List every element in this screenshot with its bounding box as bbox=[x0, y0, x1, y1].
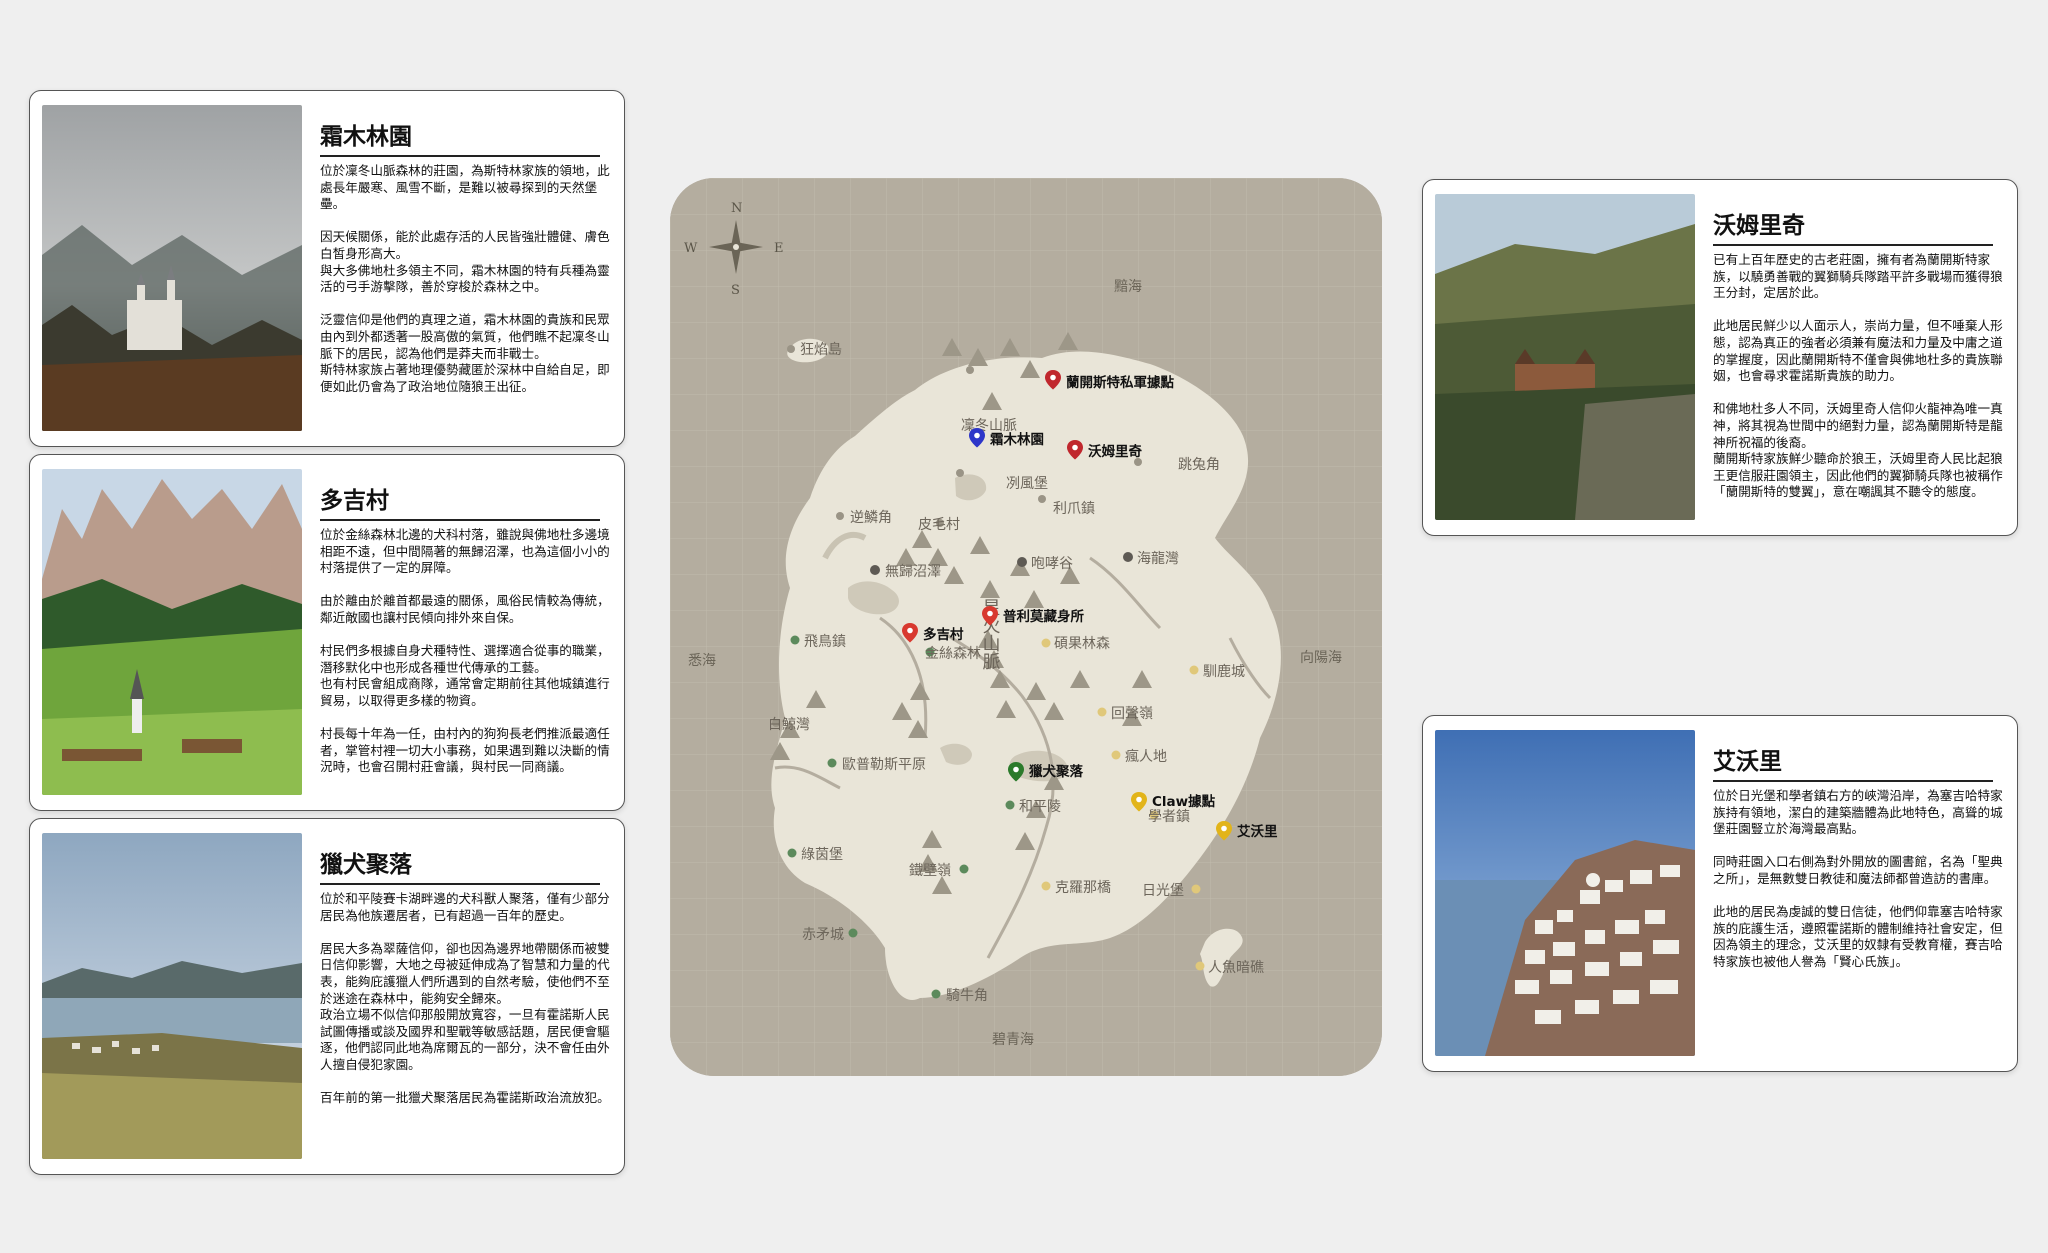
frostwood-description: 位於凜冬山脈森林的莊園，為斯特林家族的領地，此處長年嚴寒、風雪不斷，是難以被尋探… bbox=[320, 163, 610, 394]
poi-label-hound: 獵犬聚落 bbox=[1029, 763, 1083, 780]
card-hound: 獵犬聚落 位於和平陵賽卡湖畔邊的犬科獸人聚落，僅有少部分居民為他族遷居者，已有超… bbox=[29, 818, 625, 1175]
label-ouleplains: 歐普勒斯平原 bbox=[842, 757, 926, 773]
duoji-title: 多吉村 bbox=[320, 481, 600, 521]
label-kuangyan-island: 狂焰島 bbox=[800, 342, 842, 358]
label-liefeng-fort: 冽風堡 bbox=[1006, 476, 1048, 492]
label-wugui-swamp: 無歸沼澤 bbox=[885, 563, 941, 580]
world-map: N S W E 黯海 悉海 向陽海 碧青海 狂焰島 凜冬山脈 冽風堡 利爪鎮 跳… bbox=[670, 178, 1382, 1076]
label-fengren-land: 瘋人地 bbox=[1125, 748, 1167, 765]
aiwoli-title: 艾沃里 bbox=[1713, 742, 1993, 782]
label-renyu-reef: 人魚暗礁 bbox=[1208, 960, 1264, 976]
label-shuoguo-forest: 碩果林森 bbox=[1054, 636, 1110, 652]
duoji-description: 位於金絲森林北邊的犬科村落，雖說與佛地杜多邊境相距不遠，但中間隔著的無歸沼澤，也… bbox=[320, 527, 610, 775]
label-keluona-bridge: 克羅那橋 bbox=[1055, 880, 1111, 896]
duoji-photo bbox=[42, 469, 302, 795]
womrich-description: 已有上百年歷史的古老莊園，擁有者為蘭開斯特家族，以驍勇善戰的翼獅騎兵隊踏平許多戰… bbox=[1713, 252, 2003, 500]
label-juluo-city: 馴鹿城 bbox=[1203, 663, 1245, 680]
label-heping-ridge: 和平陵 bbox=[1019, 799, 1061, 815]
frostwood-title: 霜木林園 bbox=[320, 117, 600, 157]
label-pimao-village: 皮毛村 bbox=[918, 517, 960, 533]
label-paoxiao-valley: 咆哮谷 bbox=[1031, 556, 1073, 572]
sea-west: 悉海 bbox=[688, 653, 716, 669]
label-lvyin-fort: 綠茵堡 bbox=[801, 847, 843, 863]
label-tiebi-ridge: 鐵壁嶺 bbox=[909, 862, 951, 879]
card-womrich: 沃姆里奇 已有上百年歷史的古老莊園，擁有者為蘭開斯特家族，以驍勇善戰的翼獅騎兵隊… bbox=[1422, 179, 2018, 536]
card-aiwoli: 艾沃里 位於日光堡和學者鎮右方的峽灣沿岸，為塞吉哈特家族持有領地，潔白的建築牆體… bbox=[1422, 715, 2018, 1072]
poi-label-lancaster-base: 蘭開斯特私軍據點 bbox=[1066, 374, 1174, 391]
frostwood-photo bbox=[42, 105, 302, 431]
compass-s: S bbox=[731, 283, 740, 298]
poi-label-aiwoli: 艾沃里 bbox=[1237, 823, 1278, 840]
card-frostwood: 霜木林園 位於凜冬山脈森林的莊園，為斯特林家族的領地，此處長年嚴寒、風雪不斷，是… bbox=[29, 90, 625, 447]
label-huisheng-ridge: 回聲嶺 bbox=[1111, 705, 1153, 722]
label-rabbit-cape: 跳兔角 bbox=[1178, 457, 1220, 473]
compass-n: N bbox=[731, 201, 742, 216]
pin-aiwoli[interactable]: 艾沃里 bbox=[1216, 821, 1278, 841]
label-qiniu-cape: 騎牛角 bbox=[946, 988, 988, 1004]
aiwoli-photo bbox=[1435, 730, 1695, 1056]
sea-east: 向陽海 bbox=[1300, 650, 1342, 666]
sea-south: 碧青海 bbox=[992, 1032, 1034, 1048]
compass-e: E bbox=[774, 241, 784, 256]
label-chimao-city: 赤矛城 bbox=[802, 927, 844, 943]
label-jinsi-forest: 金絲森林 bbox=[925, 646, 981, 662]
womrich-title: 沃姆里奇 bbox=[1713, 206, 1993, 246]
label-lizhao-town: 利爪鎮 bbox=[1053, 501, 1095, 517]
label-feiniao-town: 飛鳥鎮 bbox=[804, 634, 846, 650]
label-baijing-bay: 白鯨灣 bbox=[768, 717, 810, 733]
label-xuezhe-town: 學者鎮 bbox=[1148, 809, 1190, 825]
hound-description: 位於和平陵賽卡湖畔邊的犬科獸人聚落，僅有少部分居民為他族遷居者，已有超過一百年的… bbox=[320, 891, 610, 1106]
hound-photo bbox=[42, 833, 302, 1159]
aiwoli-description: 位於日光堡和學者鎮右方的峽灣沿岸，為塞吉哈特家族持有領地，潔白的建築牆體為此地特… bbox=[1713, 788, 2003, 969]
compass-w: W bbox=[684, 241, 698, 256]
card-duoji: 多吉村 位於金絲森林北邊的犬科村落，雖說與佛地杜多邊境相距不遠，但中間隔著的無歸… bbox=[29, 454, 625, 811]
womrich-photo bbox=[1435, 194, 1695, 520]
poi-label-claw: Claw據點 bbox=[1152, 793, 1216, 810]
poi-label-pulimo: 普利莫藏身所 bbox=[1003, 608, 1084, 625]
sea-north: 黯海 bbox=[1114, 279, 1142, 295]
label-riguang-fort: 日光堡 bbox=[1142, 883, 1184, 899]
label-hailong-bay: 海龍灣 bbox=[1137, 550, 1179, 567]
poi-label-womrich: 沃姆里奇 bbox=[1088, 443, 1142, 460]
hound-title: 獵犬聚落 bbox=[320, 845, 600, 885]
poi-label-duoji: 多吉村 bbox=[923, 626, 964, 643]
label-nilin-cape: 逆鱗角 bbox=[850, 510, 892, 526]
poi-label-frostwood: 霜木林園 bbox=[989, 431, 1044, 448]
